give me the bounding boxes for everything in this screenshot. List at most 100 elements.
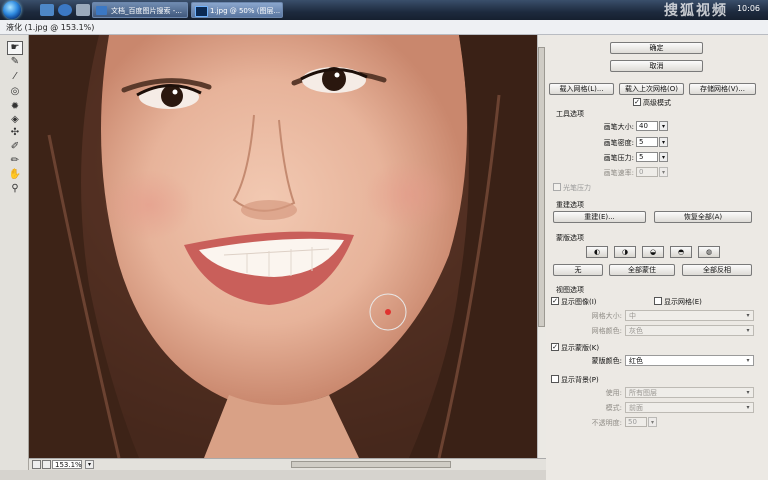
brush-size-dropdown-icon[interactable]: ▾	[659, 121, 668, 131]
mask-none-button[interactable]: 无	[553, 264, 603, 276]
mask-subtract-icon[interactable]: ◒	[642, 246, 664, 258]
brush-size-field[interactable]: 40	[636, 121, 658, 131]
start-button[interactable]	[3, 1, 21, 19]
zoom-dropdown-icon[interactable]: ▾	[85, 460, 94, 469]
mask-intersect-icon[interactable]: ◓	[670, 246, 692, 258]
tool-options-heading: 工具选项	[556, 110, 584, 118]
ok-button[interactable]: 确定	[610, 42, 703, 54]
brush-density-dropdown-icon[interactable]: ▾	[659, 137, 668, 147]
use-layers-select[interactable]: 所有图层 ▾	[625, 387, 754, 398]
show-mesh-label: 显示网格(E)	[664, 298, 702, 306]
mesh-size-select[interactable]: 中 ▾	[625, 310, 754, 321]
show-mesh-checkbox[interactable]	[654, 297, 662, 305]
taskbar-tab-label: 1.jpg @ 50% (图层...	[210, 7, 281, 15]
taskbar-tab-photoshop[interactable]: 1.jpg @ 50% (图层...	[191, 2, 283, 18]
mask-options-heading: 蒙版选项	[556, 234, 584, 242]
mesh-size-label: 网格大小:	[591, 312, 622, 320]
use-label: 使用:	[605, 389, 622, 397]
ie-icon[interactable]	[58, 4, 72, 16]
brush-pressure-field[interactable]: 5	[636, 152, 658, 162]
zoom-in-button[interactable]	[42, 460, 51, 469]
hand-tool-icon[interactable]: ✋	[8, 169, 22, 181]
explorer-icon[interactable]	[76, 4, 90, 16]
portrait-photo	[29, 35, 537, 458]
backdrop-mode-value: 前面	[629, 404, 643, 412]
bloat-tool-icon[interactable]: ◈	[8, 114, 22, 126]
chevron-down-icon: ▾	[746, 312, 750, 319]
rebuild-button[interactable]: 重建(E)...	[553, 211, 646, 223]
brush-pressure-dropdown-icon[interactable]: ▾	[659, 152, 668, 162]
invert-all-button[interactable]: 全部反相	[682, 264, 752, 276]
liquify-toolbar: ☛ ✎ ⁄ ◎ ✹ ◈ ✣ ✐ ✏ ✋ ⚲	[0, 35, 29, 480]
chevron-down-icon: ▾	[746, 327, 750, 334]
use-layers-value: 所有图层	[629, 389, 657, 397]
dialog-titlebar: 液化 (1.jpg @ 153.1%)	[0, 20, 768, 35]
opacity-field[interactable]: 50	[625, 417, 647, 427]
chevron-down-icon: ▾	[746, 404, 750, 411]
show-backdrop-checkbox[interactable]	[551, 375, 559, 383]
show-mask-label: 显示蒙版(K)	[561, 344, 600, 352]
mesh-color-select[interactable]: 灰色 ▾	[625, 325, 754, 336]
horizontal-scroll-thumb[interactable]	[291, 461, 451, 468]
show-image-label: 显示图像(I)	[561, 298, 597, 306]
brush-rate-dropdown-icon[interactable]: ▾	[659, 167, 668, 177]
vertical-scroll-thumb[interactable]	[538, 47, 545, 327]
watermark: 搜狐视频	[664, 3, 728, 19]
pucker-tool-icon[interactable]: ✹	[8, 101, 22, 113]
brush-density-field[interactable]: 5	[636, 137, 658, 147]
push-left-tool-icon[interactable]: ✣	[8, 127, 22, 139]
mask-color-select[interactable]: 红色 ▾	[625, 355, 754, 366]
mask-invert-icon[interactable]: ◍	[698, 246, 720, 258]
thaw-mask-tool-icon[interactable]: ✏	[8, 155, 22, 167]
show-desktop-icon[interactable]	[40, 4, 54, 16]
mesh-color-label: 网格颜色:	[591, 327, 622, 335]
load-mesh-button[interactable]: 载入网格(L)...	[549, 83, 614, 95]
taskbar-tab-label: 文档_百度图片搜索 -...	[111, 7, 182, 15]
mode-label: 模式:	[605, 404, 622, 412]
load-last-mesh-button[interactable]: 载入上次网格(O)	[619, 83, 684, 95]
mask-all-button[interactable]: 全部蒙住	[609, 264, 675, 276]
chevron-down-icon: ▾	[746, 389, 750, 396]
brush-pressure-label: 画笔压力:	[603, 154, 634, 162]
browser-icon	[96, 6, 107, 15]
smooth-tool-icon[interactable]: ⁄	[8, 71, 22, 83]
warp-tool-icon[interactable]: ☛	[7, 41, 23, 55]
reconstruct-options-heading: 重建选项	[556, 201, 584, 209]
stylus-pressure-label: 光笔压力	[563, 184, 591, 192]
twirl-tool-icon[interactable]: ◎	[8, 86, 22, 98]
view-options-heading: 视图选项	[556, 286, 584, 294]
mask-color-value: 红色	[629, 357, 643, 365]
backdrop-mode-select[interactable]: 前面 ▾	[625, 402, 754, 413]
mask-replace-icon[interactable]: ◐	[586, 246, 608, 258]
brush-density-label: 画笔密度:	[603, 139, 634, 147]
taskbar-tab-browser[interactable]: 文档_百度图片搜索 -...	[92, 2, 188, 18]
show-backdrop-label: 显示背景(P)	[561, 376, 599, 384]
zoom-level-field[interactable]: 153.1%	[52, 460, 82, 469]
brush-rate-label: 画笔速率:	[603, 169, 634, 177]
show-image-checkbox[interactable]: ✓	[551, 297, 559, 305]
brush-size-label: 画笔大小:	[603, 123, 634, 131]
options-panel: 确定 取消 载入网格(L)... 载入上次网格(O) 存储网格(V)... ✓ …	[546, 35, 768, 480]
reconstruct-tool-icon[interactable]: ✎	[8, 56, 22, 68]
zoom-out-button[interactable]	[32, 460, 41, 469]
mask-add-icon[interactable]: ◑	[614, 246, 636, 258]
show-mask-checkbox[interactable]: ✓	[551, 343, 559, 351]
opacity-label: 不透明度:	[591, 419, 622, 427]
chevron-down-icon: ▾	[746, 357, 750, 364]
restore-all-button[interactable]: 恢复全部(A)	[654, 211, 752, 223]
cancel-button[interactable]: 取消	[610, 60, 703, 72]
clock: 10:06	[736, 4, 760, 13]
preview-canvas[interactable]	[29, 35, 537, 458]
advanced-mode-label: 高级模式	[643, 99, 671, 107]
advanced-mode-checkbox[interactable]: ✓	[633, 98, 641, 106]
stylus-pressure-checkbox[interactable]	[553, 183, 561, 191]
mask-color-label: 蒙版颜色:	[591, 357, 622, 365]
freeze-mask-tool-icon[interactable]: ✐	[8, 141, 22, 153]
zoom-tool-icon[interactable]: ⚲	[8, 183, 22, 195]
opacity-dropdown-icon[interactable]: ▾	[648, 417, 657, 427]
dialog-title: 液化 (1.jpg @ 153.1%)	[6, 23, 95, 32]
save-mesh-button[interactable]: 存储网格(V)...	[689, 83, 756, 95]
brush-rate-field[interactable]: 0	[636, 167, 658, 177]
photoshop-icon	[195, 6, 208, 17]
taskbar: 文档_百度图片搜索 -... 1.jpg @ 50% (图层... 搜狐视频 1…	[0, 0, 768, 20]
